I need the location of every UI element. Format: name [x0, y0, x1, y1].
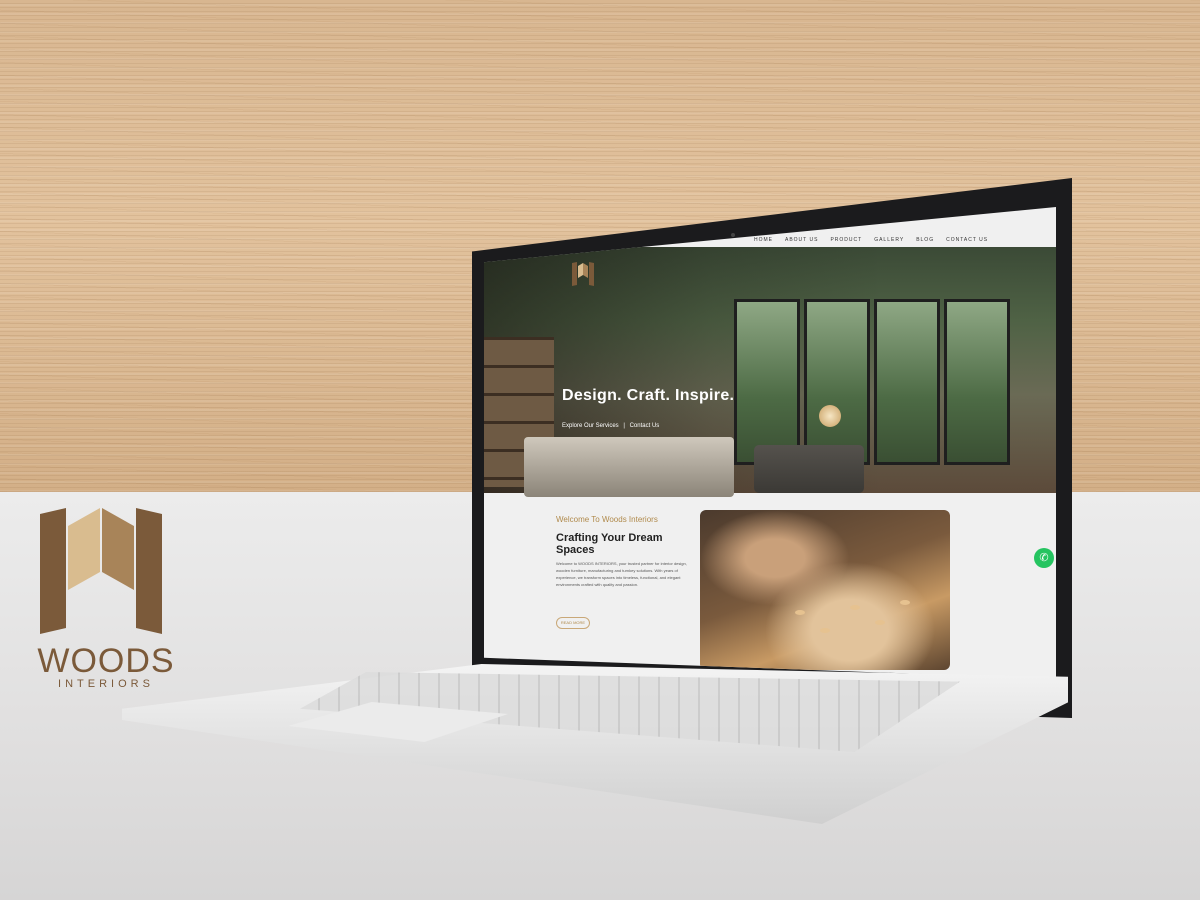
woods-logo-icon	[40, 508, 162, 634]
brand-logo: WOODS INTERIORS	[36, 508, 178, 690]
link-separator: |	[623, 423, 625, 429]
hero-window-image	[944, 299, 1010, 465]
hero-banner: Design. Craft. Inspire. Explore Our Serv…	[484, 247, 1056, 497]
webcam-icon	[731, 233, 735, 237]
hero-bed-image	[524, 437, 734, 497]
hero-window-image	[734, 299, 800, 465]
whatsapp-icon[interactable]: ✆	[1034, 548, 1054, 568]
nav-gallery[interactable]: GALLERY	[874, 237, 904, 243]
site-nav: HOME ABOUT US PRODUCT GALLERY BLOG CONTA…	[754, 237, 988, 243]
brand-subtitle: INTERIORS	[58, 678, 154, 690]
read-more-button[interactable]: READ MORE	[556, 617, 590, 629]
brand-name: WOODS	[37, 642, 175, 680]
nav-home[interactable]: HOME	[754, 237, 773, 243]
nav-contact[interactable]: CONTACT US	[946, 237, 988, 243]
welcome-body: Welcome to WOODS INTERIORS, your trusted…	[556, 561, 687, 587]
explore-services-link[interactable]: Explore Our Services	[562, 423, 619, 429]
hero-links: Explore Our Services | Contact Us	[562, 423, 662, 429]
hero-window-image	[874, 299, 940, 465]
contact-us-link[interactable]: Contact Us	[630, 423, 660, 429]
nav-blog[interactable]: BLOG	[916, 237, 934, 243]
wood-chip	[820, 628, 830, 633]
hero-title: Design. Craft. Inspire.	[562, 387, 735, 404]
nav-about[interactable]: ABOUT US	[785, 237, 818, 243]
laptop-screen: Design. Craft. Inspire. Explore Our Serv…	[484, 207, 1056, 679]
welcome-section: Welcome To Woods Interiors Crafting Your…	[556, 515, 696, 588]
wood-chip	[850, 605, 860, 610]
craftsman-photo	[700, 510, 950, 670]
hero-window-image	[804, 299, 870, 465]
wood-chip	[875, 620, 885, 625]
wood-chip	[900, 600, 910, 605]
hero-lamp-image	[819, 405, 841, 427]
welcome-eyebrow: Welcome To Woods Interiors	[556, 515, 658, 524]
site-logo-icon[interactable]	[572, 261, 594, 291]
wood-chip	[795, 610, 805, 615]
welcome-title: Crafting Your Dream Spaces	[556, 532, 663, 556]
nav-product[interactable]: PRODUCT	[830, 237, 862, 243]
hero-sofa-image	[754, 445, 864, 493]
